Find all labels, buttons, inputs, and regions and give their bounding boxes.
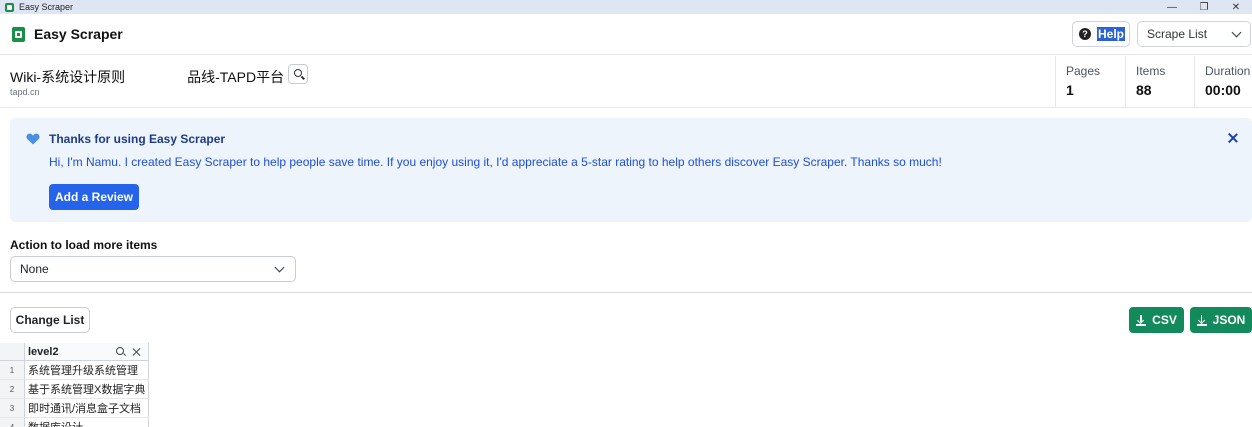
help-button[interactable]: ? Help [1072, 21, 1130, 47]
scrape-mode-value: Scrape List [1147, 27, 1208, 41]
column-header-label: level2 [28, 345, 59, 358]
stat-label: Items [1136, 64, 1166, 78]
load-more-action-value: None [20, 262, 49, 276]
page-info-bar: Wiki-系统设计原则 品线-TAPD平台 tapd.cn Pages 1 Ite… [0, 56, 1252, 108]
table-cell: 系统管理升级系统管理 [25, 361, 149, 379]
add-review-button[interactable]: Add a Review [49, 184, 139, 210]
page-title-part-2: 品线-TAPD平台 [187, 69, 285, 85]
app-title: Easy Scraper [34, 26, 123, 42]
row-number: 1 [0, 361, 25, 379]
load-more-action-select[interactable]: None [10, 256, 296, 282]
scrape-mode-select[interactable]: Scrape List [1137, 21, 1251, 47]
stat-value: 1 [1066, 82, 1074, 98]
download-json-button[interactable]: JSON [1190, 307, 1252, 333]
column-remove-icon[interactable] [132, 347, 142, 357]
download-csv-button[interactable]: CSV [1129, 307, 1184, 333]
heart-icon [26, 133, 40, 145]
maximize-button[interactable]: ❐ [1188, 0, 1220, 14]
stat-duration: Duration 00:00 [1194, 56, 1252, 108]
page-title: Wiki-系统设计原则 品线-TAPD平台 [10, 67, 284, 87]
banner-title: Thanks for using Easy Scraper [49, 132, 226, 146]
column-header-level2[interactable]: level2 [25, 343, 149, 360]
table-row: 3 即时通讯/消息盒子文档 [0, 399, 149, 418]
table-cell: 基于系统管理X数据字典 [25, 380, 149, 398]
stat-label: Pages [1066, 64, 1101, 78]
page-url: tapd.cn [10, 87, 40, 97]
window-title: Easy Scraper [19, 2, 74, 12]
question-icon: ? [1079, 28, 1091, 40]
stat-pages: Pages 1 [1055, 56, 1125, 108]
table-row: 2 基于系统管理X数据字典 [0, 380, 149, 399]
stat-label: Duration [1205, 64, 1251, 78]
chevron-down-icon [1231, 27, 1242, 38]
help-label: Help [1097, 27, 1126, 41]
csv-label: CSV [1152, 313, 1177, 327]
table-row: 4 数据库设计 [0, 418, 149, 427]
window-controls: — ❐ ✕ [1156, 0, 1252, 14]
page-title-part-1: Wiki-系统设计原则 [10, 69, 126, 85]
minimize-button[interactable]: — [1156, 0, 1188, 14]
close-icon[interactable] [1227, 132, 1239, 144]
app-icon [5, 2, 14, 12]
page-search-button[interactable] [288, 64, 308, 84]
table-row: 1 系统管理升级系统管理 [0, 361, 149, 380]
banner-message: Hi, I'm Namu. I created Easy Scraper to … [49, 155, 942, 169]
stat-value: 88 [1136, 82, 1152, 98]
row-number: 2 [0, 380, 25, 398]
table-cell: 即时通讯/消息盒子文档 [25, 399, 149, 417]
app-header: Easy Scraper ? Help Scrape List [0, 14, 1252, 55]
search-icon [294, 69, 302, 77]
easy-scraper-logo-icon [12, 26, 25, 42]
stat-value: 00:00 [1205, 82, 1241, 98]
row-number: 3 [0, 399, 25, 417]
close-window-button[interactable]: ✕ [1220, 0, 1252, 14]
section-divider [0, 292, 1252, 293]
data-table: level2 1 系统管理升级系统管理 2 基于系统管理X数据字典 3 即时通讯… [0, 343, 149, 427]
change-list-button[interactable]: Change List [10, 307, 90, 333]
column-search-icon[interactable] [116, 347, 126, 357]
window-titlebar: Easy Scraper — ❐ ✕ [0, 0, 1252, 14]
stat-items: Items 88 [1125, 56, 1194, 108]
chevron-down-icon [274, 262, 285, 273]
download-icon [1136, 314, 1147, 326]
thanks-banner: Thanks for using Easy Scraper Hi, I'm Na… [10, 118, 1252, 222]
json-label: JSON [1212, 313, 1246, 327]
table-header: level2 [0, 343, 149, 361]
download-icon [1196, 314, 1207, 326]
load-more-label: Action to load more items [10, 238, 158, 252]
table-cell: 数据库设计 [25, 418, 149, 427]
row-number-header [0, 343, 25, 360]
row-number: 4 [0, 418, 25, 427]
